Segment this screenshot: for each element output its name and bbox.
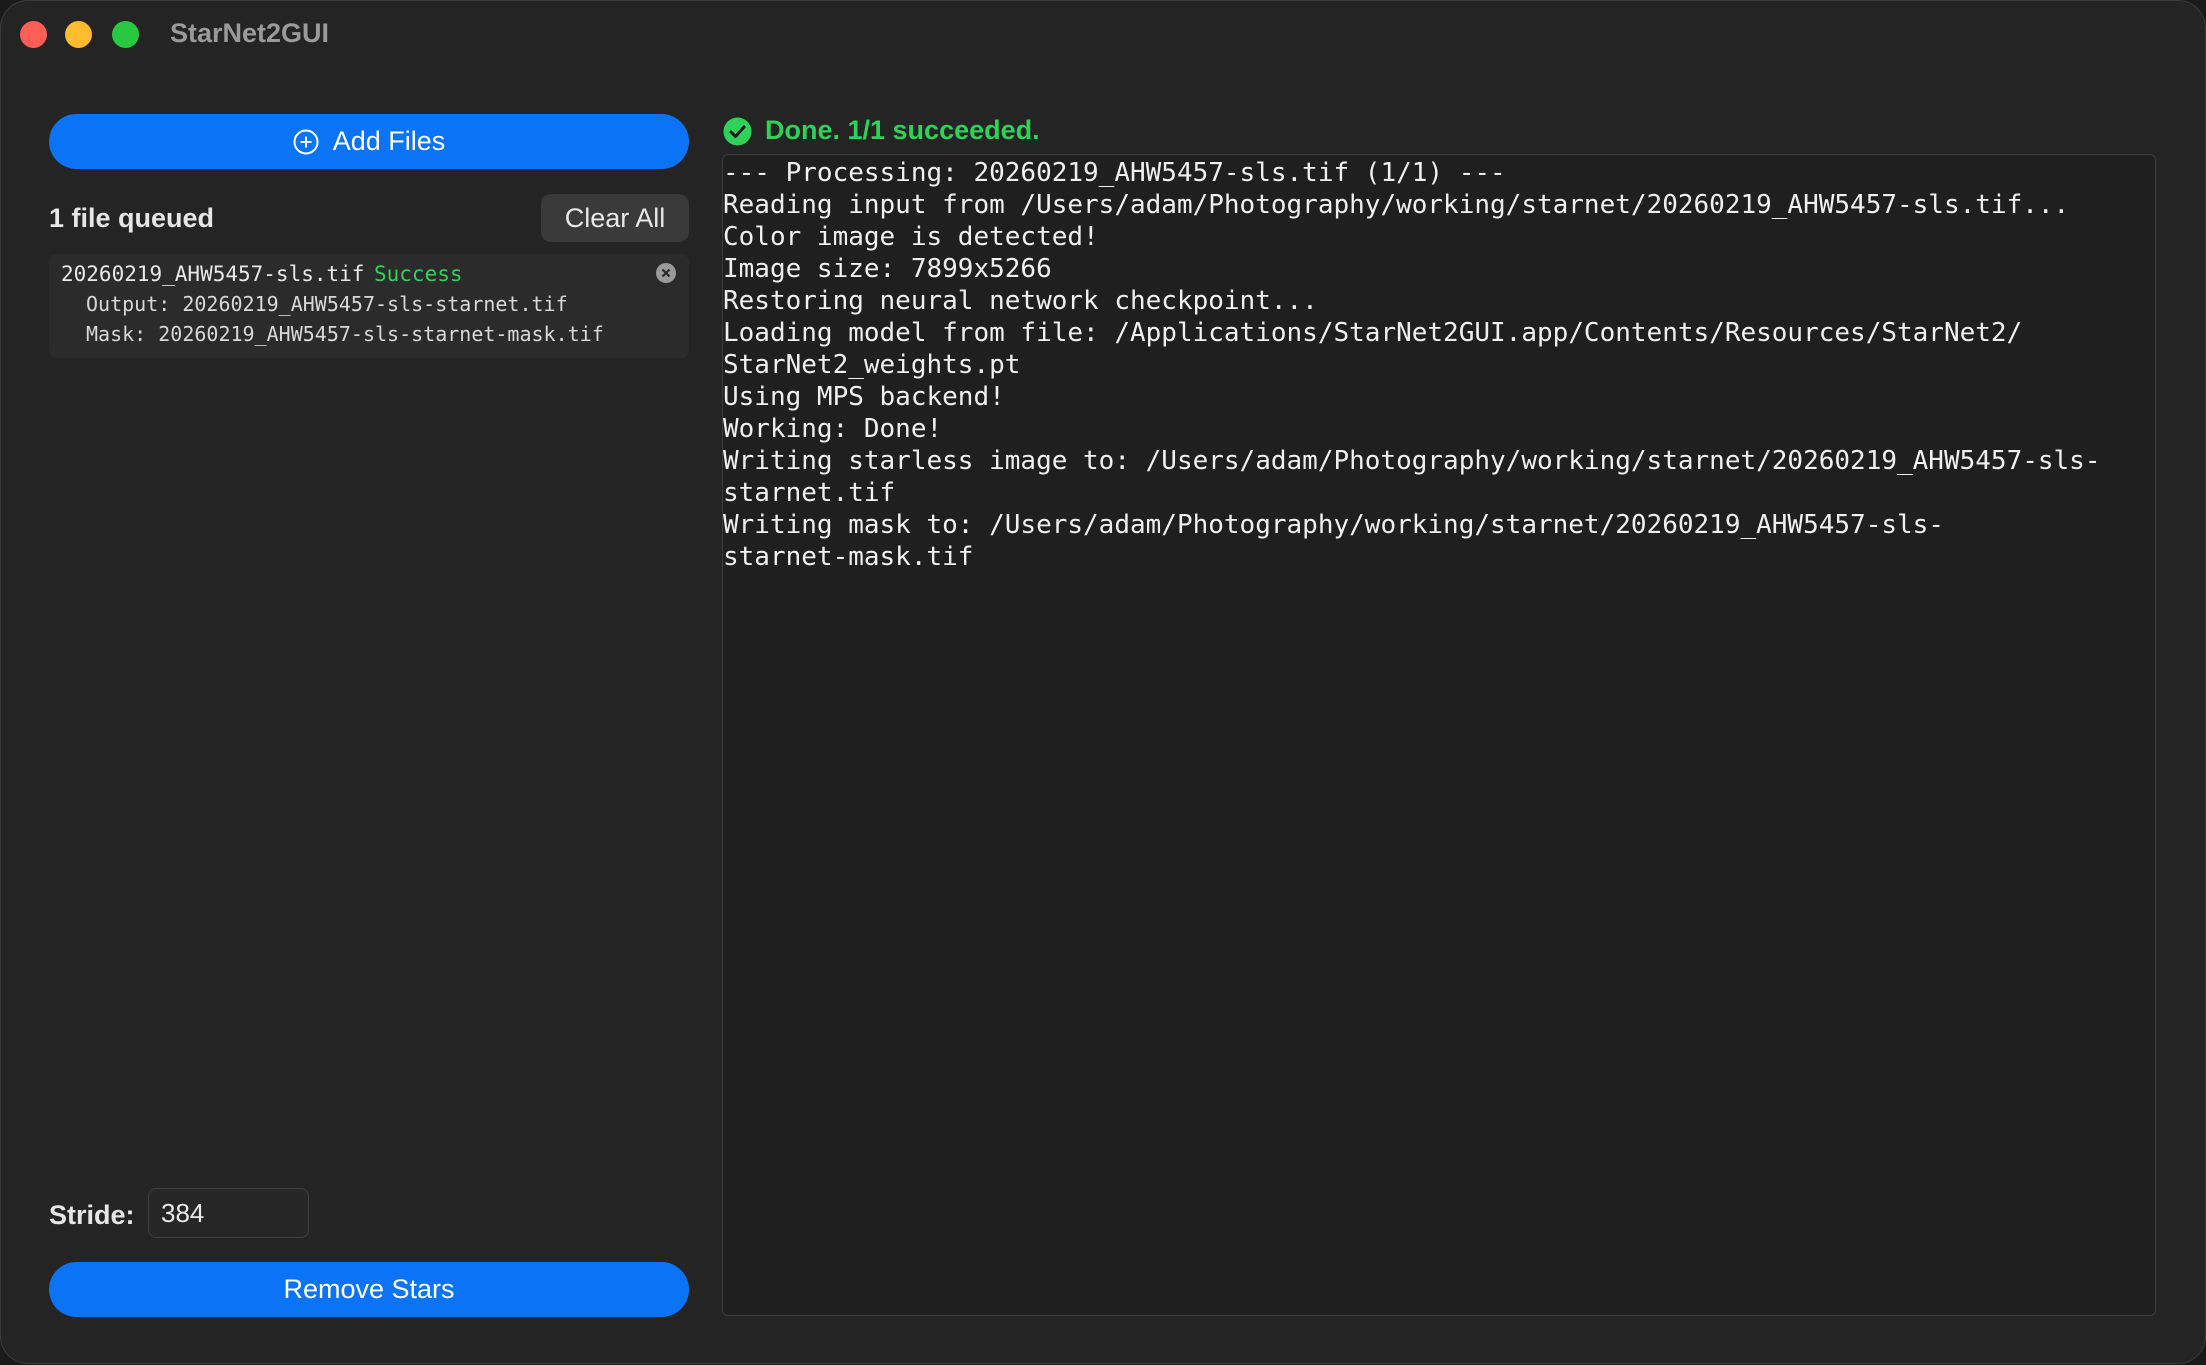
log-line: Image size: 7899x5266 bbox=[723, 254, 1052, 284]
title-bar: StarNet2GUI bbox=[1, 1, 2205, 65]
add-files-button[interactable]: Add Files bbox=[49, 114, 689, 169]
log-line: Reading input from /Users/adam/Photograp… bbox=[723, 190, 2070, 220]
log-line: --- Processing: 20260219_AHW5457-sls.tif… bbox=[723, 158, 1506, 188]
remove-stars-button[interactable]: Remove Stars bbox=[49, 1262, 689, 1317]
plus-circle-icon bbox=[293, 129, 319, 154]
log-line: Using MPS backend! bbox=[723, 382, 1005, 412]
log-line: Loading model from file: /Applications/S… bbox=[723, 318, 2023, 348]
file-name: 20260219_AHW5457-sls.tif bbox=[61, 262, 365, 286]
minimize-window-button[interactable] bbox=[65, 21, 92, 48]
remove-file-icon[interactable] bbox=[656, 263, 676, 283]
stride-input[interactable] bbox=[148, 1188, 309, 1238]
zoom-window-button[interactable] bbox=[112, 21, 139, 48]
log-line: StarNet2_weights.pt bbox=[723, 350, 1021, 380]
window-title: StarNet2GUI bbox=[170, 18, 330, 48]
close-window-button[interactable] bbox=[20, 21, 47, 48]
log-line: starnet-mask.tif bbox=[723, 542, 974, 572]
status-message: Done. 1/1 succeeded. bbox=[765, 115, 1040, 145]
log-line: Restoring neural network checkpoint... bbox=[723, 286, 1318, 316]
file-status-badge: Success bbox=[374, 262, 463, 286]
add-files-label: Add Files bbox=[332, 126, 446, 156]
stride-label: Stride: bbox=[49, 1200, 135, 1230]
log-line: Working: Done! bbox=[723, 414, 943, 444]
log-output-panel[interactable]: --- Processing: 20260219_AHW5457-sls.tif… bbox=[722, 154, 2156, 1316]
queue-count-label: 1 file queued bbox=[49, 203, 215, 233]
app-window: StarNet2GUI Add Files 1 file queued Clea… bbox=[0, 0, 2206, 1364]
log-line: Color image is detected! bbox=[723, 222, 1099, 252]
log-line: Writing starless image to: /Users/adam/P… bbox=[723, 446, 2101, 476]
queued-file-item[interactable]: 20260219_AHW5457-sls.tif Success Output:… bbox=[49, 254, 689, 358]
checkmark-circle-icon bbox=[723, 117, 752, 146]
log-output-text: --- Processing: 20260219_AHW5457-sls.tif… bbox=[723, 155, 2155, 573]
clear-all-button[interactable]: Clear All bbox=[541, 194, 689, 242]
file-output-path: Output: 20260219_AHW5457-sls-starnet.tif bbox=[86, 292, 568, 316]
log-line: starnet.tif bbox=[723, 478, 896, 508]
log-line: Writing mask to: /Users/adam/Photography… bbox=[723, 510, 1944, 540]
file-mask-path: Mask: 20260219_AHW5457-sls-starnet-mask.… bbox=[86, 322, 604, 346]
